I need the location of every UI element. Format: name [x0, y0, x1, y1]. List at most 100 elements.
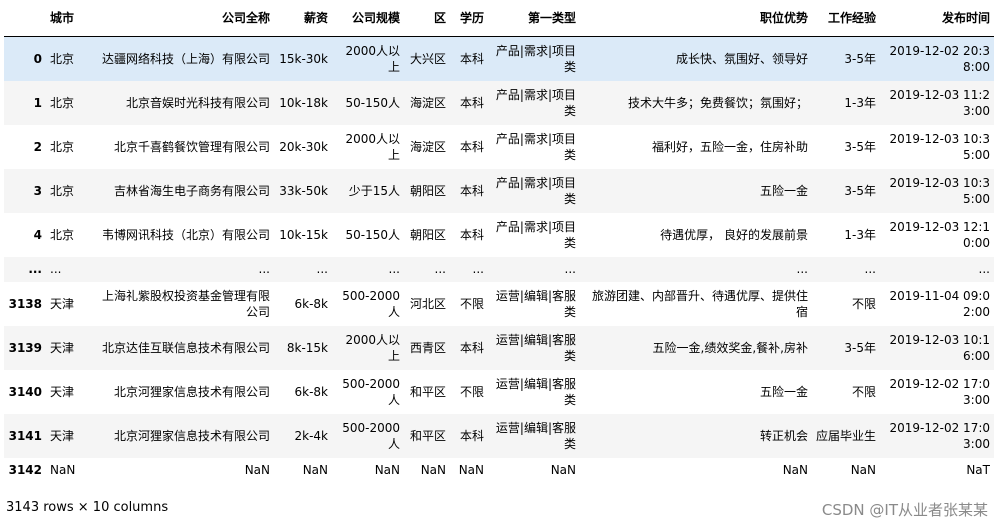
cell-salary: NaN	[302, 463, 328, 477]
cell-first-type: 产品|需求|项目类	[495, 175, 576, 206]
cell-advantage: 旅游团建、内部晋升、待遇优厚、提供住宿	[591, 288, 808, 319]
dataframe-output: 城市 公司全称 薪资 公司规模 区 学历 第一类型 职位优势 工作经验 发布时间…	[4, 0, 996, 483]
cell-district: 海淀区	[409, 95, 446, 110]
cell-education: 本科	[459, 95, 484, 110]
cell-district: 朝阳区	[409, 227, 446, 242]
cell-company-size: 2000人以上	[345, 131, 400, 162]
cell-publish-time: 2019-11-04 09:02:00	[889, 288, 991, 319]
cell-company: 北京音娱时光科技有限公司	[125, 95, 270, 110]
header-row: 城市 公司全称 薪资 公司规模 区 学历 第一类型 职位优势 工作经验 发布时间	[4, 0, 994, 37]
cell-index: 3139	[8, 340, 42, 355]
cell-company-size: 2000人以上	[345, 43, 400, 74]
dataframe-table: 城市 公司全称 薪资 公司规模 区 学历 第一类型 职位优势 工作经验 发布时间…	[4, 0, 994, 483]
cell-salary: 6k-8k	[294, 384, 329, 399]
cell-district: 海淀区	[409, 139, 446, 154]
header-experience: 工作经验	[812, 0, 880, 37]
cell-company: 北京千喜鹤餐饮管理有限公司	[113, 139, 270, 154]
cell-first-type: 运营|编辑|客服类	[495, 420, 576, 451]
cell-first-type: ...	[564, 262, 576, 276]
cell-city: 北京	[50, 139, 75, 154]
cell-publish-time: 2019-12-03 10:35:00	[889, 175, 991, 206]
cell-district: 朝阳区	[409, 183, 446, 198]
cell-salary: 10k-15k	[279, 227, 328, 242]
cell-index: 3140	[8, 384, 42, 399]
cell-advantage: 技术大牛多；免费餐饮；氛围好；	[627, 95, 808, 110]
cell-company: 上海礼紫股权投资基金管理有限公司	[101, 288, 270, 319]
cell-index: 3141	[8, 428, 42, 443]
cell-index: 0	[33, 51, 42, 66]
cell-publish-time: 2019-12-02 20:38:00	[889, 43, 991, 74]
cell-first-type: 产品|需求|项目类	[495, 131, 576, 162]
cell-salary: 15k-30k	[279, 51, 328, 66]
cell-first-type: 产品|需求|项目类	[495, 87, 576, 118]
header-district: 区	[404, 0, 450, 37]
cell-index: 3	[33, 183, 42, 198]
cell-company-size: 500-2000人	[342, 420, 400, 451]
cell-city: 天津	[50, 296, 75, 311]
header-advantage: 职位优势	[580, 0, 812, 37]
cell-company: 吉林省海生电子商务有限公司	[113, 183, 270, 198]
cell-advantage: 五险一金	[759, 183, 808, 198]
cell-company-size: 少于15人	[348, 183, 400, 198]
cell-advantage: ...	[796, 262, 808, 276]
cell-company-size: 2000人以上	[345, 332, 400, 363]
cell-city: 北京	[50, 51, 75, 66]
cell-education: 本科	[459, 227, 484, 242]
cell-advantage: 五险一金	[759, 384, 808, 399]
cell-education: 本科	[459, 428, 484, 443]
cell-experience: 不限	[851, 296, 876, 311]
cell-publish-time: 2019-12-02 17:03:00	[889, 376, 991, 407]
table-row: 0 北京 达疆网络科技（上海）有限公司 15k-30k 2000人以上 大兴区 本科 产品|需…	[4, 36, 994, 81]
table-row: 3 北京 吉林省海生电子商务有限公司 33k-50k 少于15人 朝阳区 本科 产品|需求|项…	[4, 168, 994, 213]
cell-company: ...	[258, 262, 270, 276]
header-first-type: 第一类型	[488, 0, 580, 37]
header-city: 城市	[46, 0, 88, 37]
cell-company-size: 500-2000人	[342, 288, 400, 319]
cell-company-size: 500-2000人	[342, 376, 400, 407]
cell-publish-time: 2019-12-03 10:35:00	[889, 131, 991, 162]
header-company: 公司全称	[88, 0, 274, 37]
cell-salary: 8k-15k	[286, 340, 328, 355]
cell-education: 不限	[459, 384, 484, 399]
table-header: 城市 公司全称 薪资 公司规模 区 学历 第一类型 职位优势 工作经验 发布时间	[4, 0, 994, 37]
cell-experience: 1-3年	[844, 95, 876, 110]
cell-salary: ...	[316, 262, 328, 276]
cell-publish-time: 2019-12-03 10:16:00	[889, 332, 991, 363]
cell-district: 西青区	[409, 340, 446, 355]
cell-experience: ...	[864, 262, 876, 276]
cell-publish-time: 2019-12-03 11:23:00	[889, 87, 991, 118]
cell-district: NaN	[420, 463, 446, 477]
cell-index: 2	[33, 139, 42, 154]
cell-education: 本科	[459, 183, 484, 198]
cell-education: 本科	[459, 51, 484, 66]
cell-publish-time: ...	[978, 262, 990, 276]
table-body: 0 北京 达疆网络科技（上海）有限公司 15k-30k 2000人以上 大兴区 本科 产品|需…	[4, 36, 994, 483]
table-row: 3139 天津 北京达佳互联信息技术有限公司 8k-15k 2000人以上 西青区 本科 运营…	[4, 325, 994, 370]
cell-education: 不限	[459, 296, 484, 311]
cell-experience: 3-5年	[844, 51, 876, 66]
cell-index: 3138	[8, 296, 42, 311]
table-row: 2 北京 北京千喜鹤餐饮管理有限公司 20k-30k 2000人以上 海淀区 本科 产品|需求…	[4, 125, 994, 169]
table-row: 4 北京 韦博网讯科技（北京）有限公司 10k-15k 50-150人 朝阳区 本科 产品|需…	[4, 213, 994, 257]
cell-company: NaN	[244, 463, 270, 477]
cell-publish-time: 2019-12-03 12:10:00	[889, 219, 991, 250]
cell-company-size: 50-150人	[345, 95, 400, 110]
cell-index: 3142	[8, 463, 42, 477]
cell-company-size: NaN	[374, 463, 400, 477]
header-publish-time: 发布时间	[880, 0, 994, 37]
cell-city: 天津	[50, 384, 75, 399]
cell-publish-time: NaT	[966, 463, 990, 477]
cell-district: 河北区	[409, 296, 446, 311]
cell-advantage: 五险一金,绩效奖金,餐补,房补	[652, 340, 808, 355]
cell-advantage: 福利好，五险一金，住房补助	[651, 139, 808, 154]
cell-index: 4	[33, 227, 42, 242]
cell-city: 北京	[50, 95, 75, 110]
table-row: 1 北京 北京音娱时光科技有限公司 10k-18k 50-150人 海淀区 本科 产品|需求|…	[4, 80, 994, 125]
cell-company: 韦博网讯科技（北京）有限公司	[101, 227, 270, 242]
header-salary: 薪资	[274, 0, 332, 37]
cell-district: ...	[434, 262, 446, 276]
cell-first-type: 产品|需求|项目类	[495, 43, 576, 74]
cell-company: 北京河狸家信息技术有限公司	[113, 384, 270, 399]
cell-experience: 3-5年	[844, 340, 876, 355]
cell-advantage: 转正机会	[759, 428, 808, 443]
